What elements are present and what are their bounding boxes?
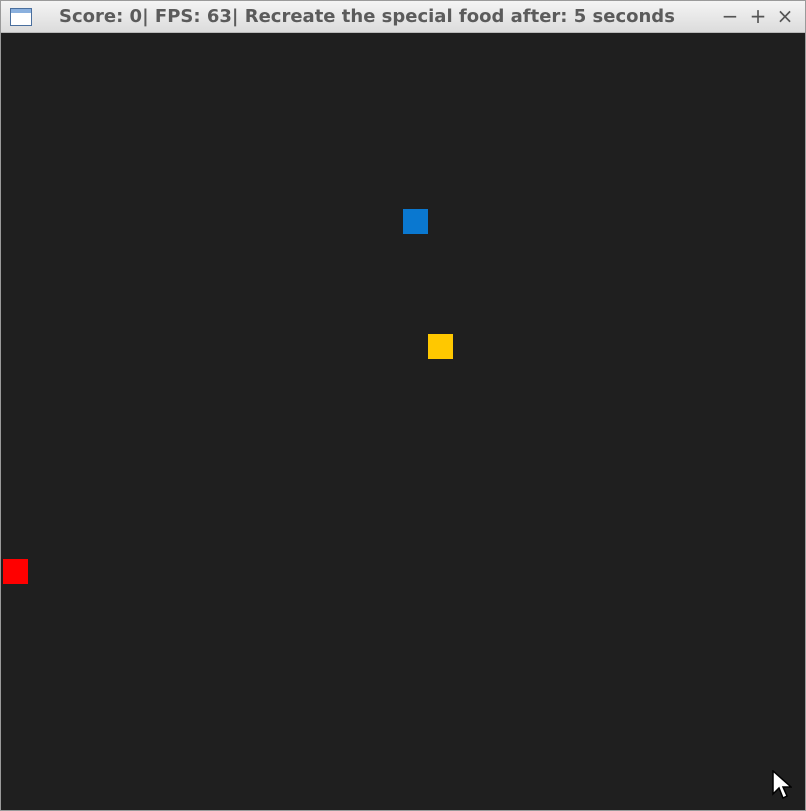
snake-head-tile bbox=[3, 559, 28, 584]
maximize-button[interactable]: + bbox=[747, 5, 769, 27]
title-bar[interactable]: Score: 0| FPS: 63| Recreate the special … bbox=[1, 1, 805, 33]
food-tile bbox=[428, 334, 453, 359]
game-window: Score: 0| FPS: 63| Recreate the special … bbox=[0, 0, 806, 811]
minimize-button[interactable]: − bbox=[719, 5, 741, 27]
window-app-icon[interactable] bbox=[10, 8, 32, 26]
close-button[interactable]: × bbox=[774, 5, 796, 27]
special-food-tile bbox=[403, 209, 428, 234]
window-title: Score: 0| FPS: 63| Recreate the special … bbox=[59, 6, 675, 27]
mouse-pointer-icon bbox=[772, 770, 792, 800]
game-canvas[interactable] bbox=[2, 33, 804, 809]
